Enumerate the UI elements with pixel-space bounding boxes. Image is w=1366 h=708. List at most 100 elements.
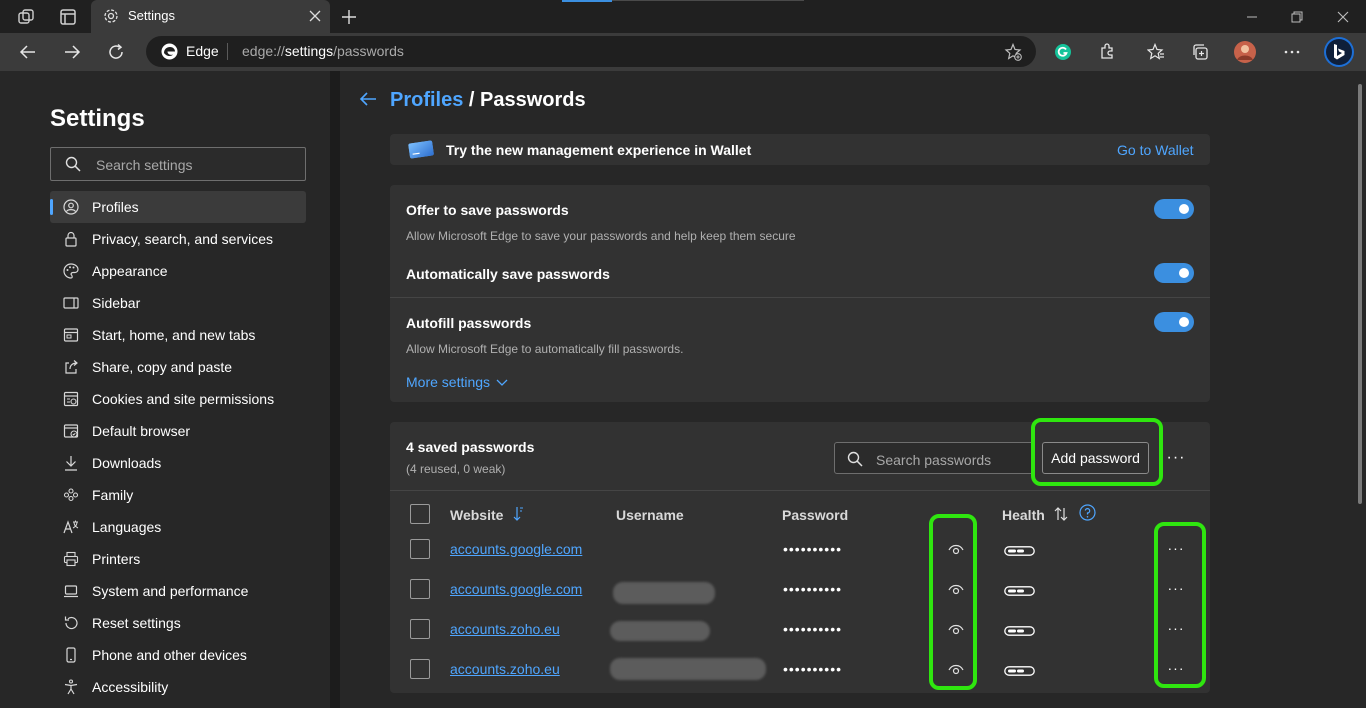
sidebar-item-label: Accessibility: [92, 679, 169, 695]
breadcrumb-profiles-link[interactable]: Profiles: [390, 89, 463, 111]
column-website[interactable]: Website: [450, 507, 503, 523]
sidebar-item-label: Default browser: [92, 423, 191, 439]
close-tab-icon[interactable]: [305, 6, 325, 26]
sidebar-item-privacy[interactable]: Privacy, search, and services: [50, 223, 306, 255]
refresh-icon[interactable]: [104, 40, 128, 64]
back-arrow-icon[interactable]: [357, 88, 379, 110]
website-link[interactable]: accounts.zoho.eu: [450, 661, 560, 677]
browser-toolbar: Edge edge://settings/passwords: [0, 33, 1366, 71]
scrollbar-thumb[interactable]: [1358, 84, 1362, 504]
sidebar-item-label: Profiles: [92, 199, 139, 215]
tab-actions-icon[interactable]: [57, 6, 79, 28]
close-window-icon[interactable]: [1332, 6, 1354, 28]
sidebar-item-appearance[interactable]: Appearance: [50, 255, 306, 287]
annotation-add-password: [1031, 418, 1163, 486]
sidebar-item-family[interactable]: Family: [50, 479, 306, 511]
laptop-icon: [63, 583, 79, 599]
sidebar-item-label: Downloads: [92, 455, 162, 471]
more-settings-link[interactable]: More settings: [406, 374, 508, 390]
sidebar-item-label: Appearance: [92, 263, 168, 279]
sidebar-item-sidebar[interactable]: Sidebar: [50, 287, 306, 319]
website-link[interactable]: accounts.zoho.eu: [450, 621, 560, 637]
settings-sidebar: Settings Search settings Profiles Privac…: [0, 71, 330, 708]
download-icon: [63, 455, 79, 471]
sort-down-icon[interactable]: [512, 506, 524, 522]
search-passwords-input[interactable]: Search passwords: [834, 442, 1034, 474]
sidebar-item-label: Reset settings: [92, 615, 181, 631]
sidebar-item-label: Sidebar: [92, 295, 141, 311]
collections-icon[interactable]: [1188, 40, 1212, 64]
back-icon[interactable]: [16, 40, 40, 64]
sidebar-item-default-browser[interactable]: Default browser: [50, 415, 306, 447]
favorites-icon[interactable]: [1144, 40, 1168, 64]
saved-passwords-title: 4 saved passwords: [406, 439, 535, 455]
sidebar-item-system[interactable]: System and performance: [50, 575, 306, 607]
sidebar-item-start-home[interactable]: Start, home, and new tabs: [50, 319, 306, 351]
select-all-checkbox[interactable]: [410, 504, 430, 524]
workspaces-icon[interactable]: [15, 6, 37, 28]
tab-settings[interactable]: Settings: [91, 0, 330, 33]
minimize-icon[interactable]: [1241, 6, 1263, 28]
sidebar-item-share[interactable]: Share, copy and paste: [50, 351, 306, 383]
sidebar-item-accessibility[interactable]: Accessibility: [50, 671, 306, 703]
search-settings-placeholder: Search settings: [96, 157, 193, 173]
share-icon: [63, 359, 79, 375]
sidebar-item-cookies[interactable]: Cookies and site permissions: [50, 383, 306, 415]
tab-strip-line: [612, 0, 804, 1]
extensions-icon[interactable]: [1095, 40, 1119, 64]
bing-copilot-icon[interactable]: [1322, 35, 1356, 69]
breadcrumb-separator: /: [463, 89, 481, 111]
redacted-username: [610, 658, 766, 680]
more-menu-icon[interactable]: [1280, 40, 1304, 64]
tab-title: Settings: [128, 8, 175, 23]
wallet-banner-text: Try the new management experience in Wal…: [446, 142, 752, 158]
redacted-username: [610, 621, 710, 641]
sidebar-item-printers[interactable]: Printers: [50, 543, 306, 575]
autofill-desc: Allow Microsoft Edge to automatically fi…: [406, 342, 684, 356]
breadcrumb: Profiles / Passwords: [390, 89, 586, 112]
add-favorite-icon[interactable]: [1003, 42, 1023, 62]
profile-icon: [63, 199, 79, 215]
auto-save-toggle[interactable]: [1154, 263, 1194, 283]
forward-icon[interactable]: [60, 40, 84, 64]
website-link[interactable]: accounts.google.com: [450, 581, 582, 597]
sidebar-item-label: Languages: [92, 519, 162, 535]
redacted-username: [613, 582, 715, 604]
search-settings-input[interactable]: Search settings: [50, 147, 306, 181]
passwords-header-divider: [390, 490, 1210, 491]
address-bar[interactable]: Edge edge://settings/passwords: [146, 36, 1036, 67]
help-icon[interactable]: [1079, 504, 1096, 521]
avatar[interactable]: [1233, 40, 1257, 64]
sidebar-item-profiles[interactable]: Profiles: [50, 191, 306, 223]
offer-to-save-toggle[interactable]: [1154, 199, 1194, 219]
new-tab-icon[interactable]: [338, 6, 360, 28]
sidebar-item-label: Phone and other devices: [92, 647, 247, 663]
column-health[interactable]: Health: [1002, 507, 1045, 523]
autofill-title: Autofill passwords: [406, 315, 532, 331]
autofill-toggle[interactable]: [1154, 312, 1194, 332]
row-checkbox[interactable]: [410, 579, 430, 599]
column-username: Username: [616, 507, 684, 523]
sidebar-item-downloads[interactable]: Downloads: [50, 447, 306, 479]
website-link[interactable]: accounts.google.com: [450, 541, 582, 557]
go-to-wallet-link[interactable]: Go to Wallet: [1117, 142, 1194, 158]
row-checkbox[interactable]: [410, 619, 430, 639]
sidebar-item-reset[interactable]: Reset settings: [50, 607, 306, 639]
sort-toggle-icon[interactable]: [1053, 506, 1069, 522]
restore-icon[interactable]: [1286, 6, 1308, 28]
password-settings-card: Offer to save passwords Allow Microsoft …: [390, 185, 1210, 402]
page-title: Passwords: [480, 89, 586, 111]
sidebar-item-label: Family: [92, 487, 134, 503]
grammarly-icon[interactable]: [1051, 40, 1075, 64]
more-options-button[interactable]: ···: [1164, 447, 1188, 469]
gear-icon: [101, 6, 121, 26]
sidebar-item-phone[interactable]: Phone and other devices: [50, 639, 306, 671]
settings-divider: [390, 297, 1210, 298]
sidebar-item-languages[interactable]: Languages: [50, 511, 306, 543]
sidebar-item-label: Share, copy and paste: [92, 359, 233, 375]
masked-password: ••••••••••: [783, 541, 843, 557]
accessibility-icon: [63, 679, 79, 695]
languages-icon: [63, 519, 79, 535]
row-checkbox[interactable]: [410, 539, 430, 559]
row-checkbox[interactable]: [410, 659, 430, 679]
